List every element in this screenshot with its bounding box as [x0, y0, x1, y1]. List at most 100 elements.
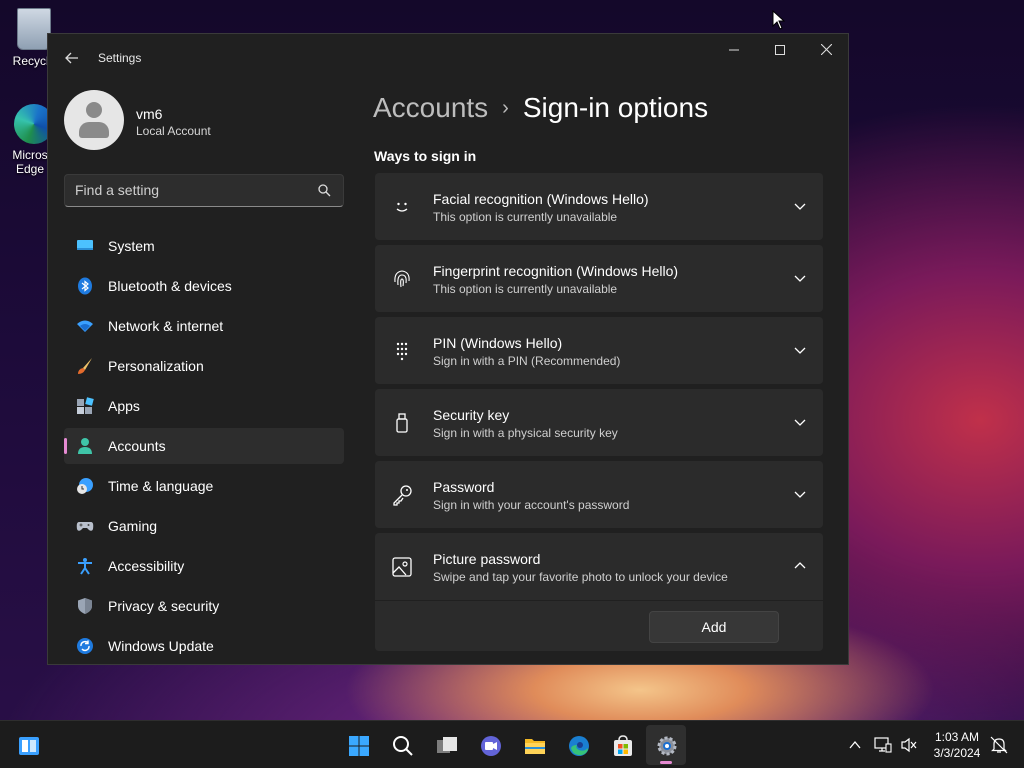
widgets-button[interactable]: [8, 725, 48, 765]
sidebar-item-label: Gaming: [108, 518, 158, 534]
settings-taskbar-button[interactable]: [646, 725, 686, 765]
active-indicator: [64, 438, 67, 454]
chevron-down-icon[interactable]: [793, 199, 807, 213]
volume-muted-icon: [901, 737, 917, 753]
page-title: Sign-in options: [522, 92, 709, 123]
shield-icon: [78, 598, 92, 614]
breadcrumb-parent[interactable]: Accounts: [373, 92, 488, 123]
store-icon: [614, 735, 632, 756]
search-input[interactable]: [75, 182, 305, 198]
clock-globe-icon: [77, 478, 93, 494]
back-button[interactable]: [58, 46, 86, 70]
teams-chat-button[interactable]: [470, 725, 510, 765]
chevron-down-icon[interactable]: [793, 415, 807, 429]
card-title: Facial recognition (Windows Hello): [433, 191, 649, 207]
pin-keypad-icon: [396, 342, 408, 361]
back-arrow-icon: [65, 52, 78, 64]
clock-date: 3/3/2024: [933, 746, 981, 760]
chevron-down-icon[interactable]: [793, 271, 807, 285]
profile-account-type: Local Account: [136, 124, 211, 138]
fingerprint-recognition-card[interactable]: Fingerprint recognition (Windows Hello) …: [375, 245, 823, 312]
store-button[interactable]: [602, 725, 642, 765]
card-subtitle: This option is currently unavailable: [433, 210, 618, 224]
search-icon[interactable]: [318, 184, 331, 197]
minimize-button[interactable]: [711, 34, 757, 66]
sidebar-item-privacy-security[interactable]: Privacy & security: [64, 588, 344, 624]
picture-password-expanded-panel: Add: [375, 601, 823, 651]
pin-card[interactable]: PIN (Windows Hello) Sign in with a PIN (…: [375, 317, 823, 384]
sidebar-item-accounts[interactable]: Accounts: [64, 428, 344, 464]
file-explorer-button[interactable]: [514, 725, 554, 765]
clock-time: 1:03 AM: [934, 730, 980, 744]
widgets-icon: [19, 737, 39, 755]
network-status-button[interactable]: [872, 721, 894, 768]
chevron-down-icon[interactable]: [793, 487, 807, 501]
facial-recognition-card[interactable]: Facial recognition (Windows Hello) This …: [375, 173, 823, 240]
card-subtitle: Swipe and tap your favorite photo to unl…: [433, 570, 728, 584]
card-title: PIN (Windows Hello): [433, 335, 563, 351]
edge-icon: [569, 736, 589, 756]
sidebar-item-accessibility[interactable]: Accessibility: [64, 548, 344, 584]
sidebar-item-label: Privacy & security: [108, 598, 220, 614]
notifications-button[interactable]: [988, 721, 1010, 768]
sidebar-item-network[interactable]: Network & internet: [64, 308, 344, 344]
close-button[interactable]: [803, 34, 848, 66]
accounts-icon: [78, 438, 92, 454]
gear-icon: [657, 736, 677, 756]
maximize-icon: [775, 45, 785, 55]
user-profile[interactable]: vm6 Local Account: [64, 90, 344, 154]
chevron-down-icon[interactable]: [793, 343, 807, 357]
sidebar-item-label: Accessibility: [108, 558, 185, 574]
sidebar-item-time-language[interactable]: Time & language: [64, 468, 344, 504]
chevron-up-icon: [849, 740, 861, 749]
task-view-icon: [437, 737, 457, 753]
card-subtitle: Sign in with your account's password: [433, 498, 630, 512]
maximize-button[interactable]: [757, 34, 803, 66]
sidebar-item-apps[interactable]: Apps: [64, 388, 344, 424]
task-view-button[interactable]: [426, 725, 466, 765]
profile-name: vm6: [136, 106, 163, 122]
show-hidden-icons-button[interactable]: [844, 721, 866, 768]
search-box[interactable]: [64, 174, 344, 207]
start-button[interactable]: [338, 725, 378, 765]
chevron-up-icon[interactable]: [793, 559, 807, 573]
folder-icon: [525, 739, 545, 754]
volume-button[interactable]: [898, 721, 920, 768]
sidebar-item-system[interactable]: System: [64, 228, 344, 264]
sidebar-item-bluetooth[interactable]: Bluetooth & devices: [64, 268, 344, 304]
recycle-bin-icon: [17, 8, 51, 50]
picture-password-card[interactable]: Picture password Swipe and tap your favo…: [375, 533, 823, 600]
add-picture-password-button[interactable]: Add: [649, 611, 779, 643]
sidebar-item-label: Windows Update: [108, 638, 214, 654]
sidebar-item-label: Personalization: [108, 358, 204, 374]
network-icon: [874, 737, 892, 753]
clock[interactable]: 1:03 AM 3/3/2024: [925, 729, 989, 761]
card-title: Password: [433, 479, 495, 495]
sidebar-item-personalization[interactable]: Personalization: [64, 348, 344, 384]
title-bar: Settings: [48, 34, 848, 82]
sidebar-item-label: Time & language: [108, 478, 214, 494]
key-icon: [393, 485, 412, 506]
sidebar-item-gaming[interactable]: Gaming: [64, 508, 344, 544]
picture-icon: [392, 557, 412, 577]
settings-window: Settings vm6 Local Account System Blueto…: [47, 33, 849, 665]
face-icon: [396, 202, 408, 212]
avatar: [64, 90, 124, 150]
wifi-icon: [77, 320, 93, 332]
card-title: Fingerprint recognition (Windows Hello): [433, 263, 679, 279]
apps-icon: [77, 397, 94, 414]
card-title: Security key: [433, 407, 510, 423]
minimize-icon: [729, 49, 739, 51]
password-card[interactable]: Password Sign in with your account's pas…: [375, 461, 823, 528]
close-icon: [820, 43, 832, 56]
taskbar-search-button[interactable]: [382, 725, 422, 765]
sidebar-item-windows-update[interactable]: Windows Update: [64, 628, 344, 664]
card-subtitle: This option is currently unavailable: [433, 282, 618, 296]
update-icon: [77, 638, 93, 654]
notification-bell-icon: [990, 736, 1008, 754]
chat-icon: [481, 736, 501, 756]
app-title: Settings: [98, 51, 142, 65]
security-key-card[interactable]: Security key Sign in with a physical sec…: [375, 389, 823, 456]
edge-taskbar-button[interactable]: [558, 725, 598, 765]
accessibility-icon: [78, 558, 92, 575]
